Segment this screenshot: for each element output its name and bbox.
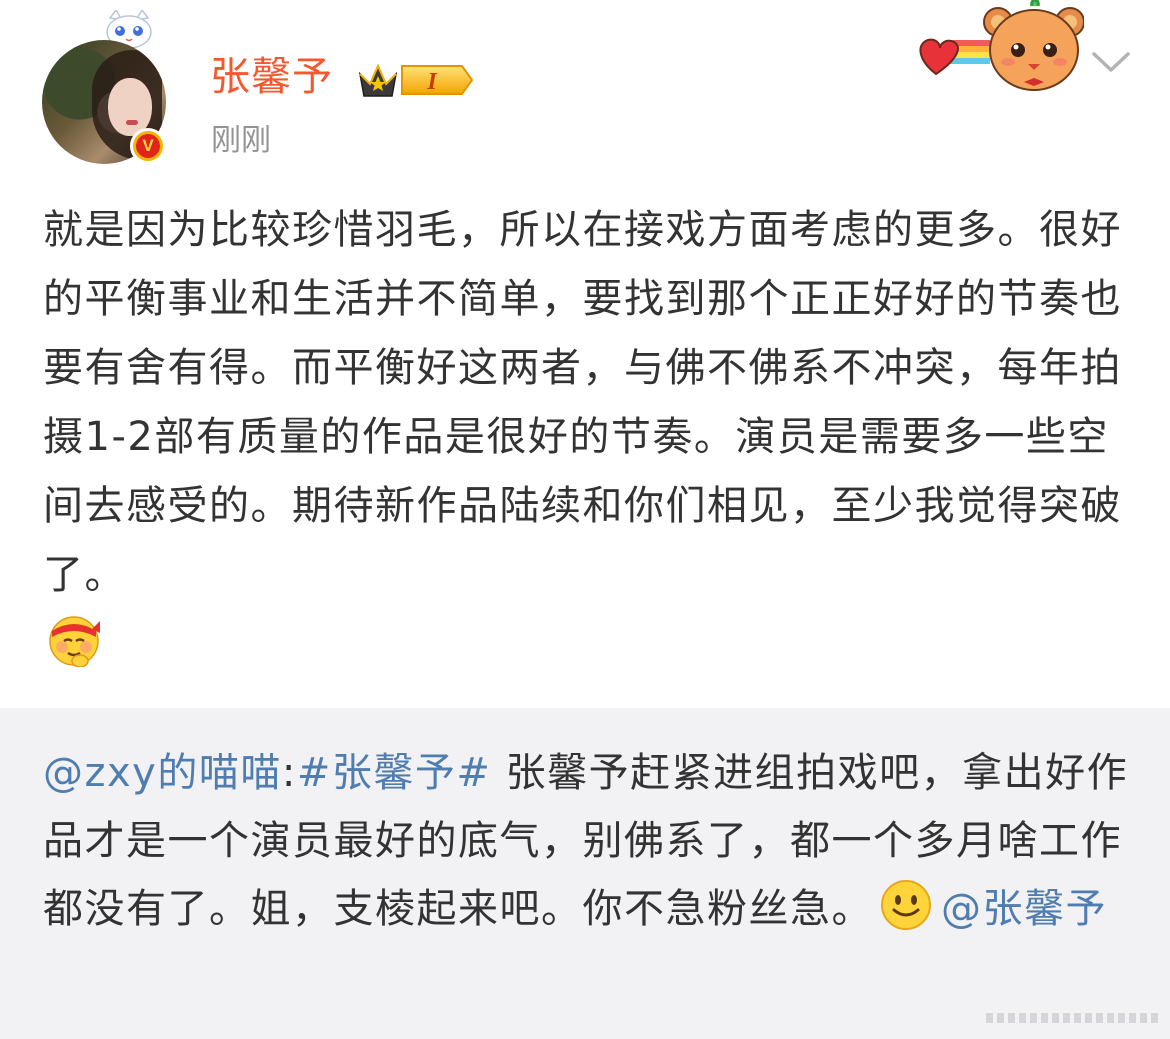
bear-decoration-icon	[919, 0, 1084, 91]
repost-content: @zxy的喵喵:#张馨予# 张馨予赶紧进组拍戏吧，拿出好作品才是一个演员最好的底…	[43, 739, 1133, 943]
post-body-text: 就是因为比较珍惜羽毛，所以在接戏方面考虑的更多。很好的平衡事业和生活并不简单，要…	[43, 207, 1122, 598]
chevron-down-icon[interactable]	[1090, 46, 1132, 76]
repost-separator: :	[281, 750, 297, 796]
member-crown-badge-icon[interactable]: I	[356, 58, 474, 100]
hardworking-emoji-icon	[49, 616, 100, 667]
watermark-dots-icon	[986, 1013, 1158, 1023]
repost-user-link[interactable]: @zxy的喵喵	[43, 750, 282, 796]
repost-card[interactable]: @zxy的喵喵:#张馨予# 张馨予赶紧进组拍戏吧，拿出好作品才是一个演员最好的底…	[0, 708, 1170, 1039]
author-name[interactable]: 张馨予	[210, 50, 333, 104]
post-time: 刚刚	[211, 123, 271, 158]
level-badge-text: I	[426, 69, 438, 95]
mention-link[interactable]: @张馨予	[941, 886, 1107, 932]
smile-emoji-icon	[881, 880, 931, 930]
topic-link[interactable]: #张馨予#	[297, 750, 492, 796]
weibo-post: V 张馨予 I 刚刚 就是因为比较珍惜羽毛，所以在接戏方面考虑的更多。很好的平衡…	[0, 0, 1170, 708]
verified-badge-icon: V	[130, 128, 166, 164]
avatar-container[interactable]: V	[38, 10, 176, 170]
